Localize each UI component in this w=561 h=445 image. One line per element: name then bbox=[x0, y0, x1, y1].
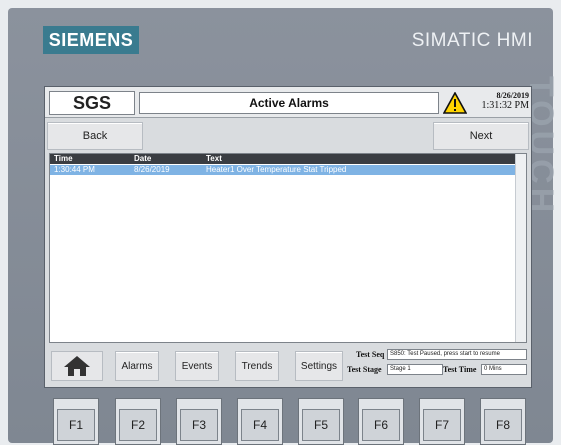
test-seq-label: Test Seq bbox=[356, 350, 385, 359]
title-bar: SGS Active Alarms 8/26/2019 1:31:32 PM bbox=[45, 87, 531, 118]
cell-time: 1:30:44 PM bbox=[54, 165, 95, 174]
f1-key[interactable]: F1 bbox=[53, 398, 99, 445]
table-scrollbar[interactable] bbox=[515, 154, 526, 342]
column-text[interactable]: Text bbox=[206, 154, 222, 164]
f8-key-cap: F8 bbox=[484, 409, 522, 441]
table-row[interactable]: 1:30:44 PM 8/26/2019 Heater1 Over Temper… bbox=[50, 165, 526, 175]
trends-button[interactable]: Trends bbox=[235, 351, 279, 381]
f4-key-cap: F4 bbox=[241, 409, 279, 441]
next-button[interactable]: Next bbox=[433, 122, 529, 150]
column-date[interactable]: Date bbox=[134, 154, 151, 164]
alarm-table[interactable]: Time Date Text 1:30:44 PM 8/26/2019 Heat… bbox=[49, 153, 527, 343]
date-text: 8/26/2019 bbox=[496, 91, 529, 100]
test-time-field[interactable]: 0 Mins bbox=[481, 364, 527, 375]
column-time[interactable]: Time bbox=[54, 154, 73, 164]
table-header: Time Date Text bbox=[50, 154, 526, 164]
f7-key-cap: F7 bbox=[423, 409, 461, 441]
test-stage-label: Test Stage bbox=[347, 365, 382, 374]
settings-button[interactable]: Settings bbox=[295, 351, 343, 381]
events-button[interactable]: Events bbox=[175, 351, 219, 381]
f4-key[interactable]: F4 bbox=[237, 398, 283, 445]
f3-key[interactable]: F3 bbox=[176, 398, 222, 445]
date-time-display: 8/26/2019 1:31:32 PM bbox=[469, 91, 529, 113]
simatic-hmi-label: SIMATIC HMI bbox=[411, 30, 533, 51]
f5-key-cap: F5 bbox=[302, 409, 340, 441]
warning-triangle-icon[interactable] bbox=[442, 91, 468, 114]
home-button[interactable] bbox=[51, 351, 103, 381]
test-time-label: Test Time bbox=[443, 365, 477, 374]
f5-key[interactable]: F5 bbox=[298, 398, 344, 445]
f6-key[interactable]: F6 bbox=[358, 398, 404, 445]
f3-key-cap: F3 bbox=[180, 409, 218, 441]
f1-key-cap: F1 bbox=[57, 409, 95, 441]
home-icon bbox=[64, 356, 90, 376]
f7-key[interactable]: F7 bbox=[419, 398, 465, 445]
siemens-logo: SIEMENS bbox=[43, 26, 139, 54]
time-text: 1:31:32 PM bbox=[481, 100, 529, 111]
sgs-logo: SGS bbox=[49, 91, 135, 115]
back-button[interactable]: Back bbox=[47, 122, 143, 150]
f2-key[interactable]: F2 bbox=[115, 398, 161, 445]
f6-key-cap: F6 bbox=[362, 409, 400, 441]
page-title: Active Alarms bbox=[139, 92, 439, 114]
bottom-bar: Alarms Events Trends Settings Test Seq S… bbox=[45, 345, 531, 387]
f8-key[interactable]: F8 bbox=[480, 398, 526, 445]
touch-watermark: TOUCH bbox=[522, 76, 560, 217]
alarms-button[interactable]: Alarms bbox=[115, 351, 159, 381]
test-seq-field[interactable]: S850: Test Paused, press start to resume bbox=[387, 349, 527, 360]
cell-date: 8/26/2019 bbox=[134, 165, 170, 174]
f2-key-cap: F2 bbox=[119, 409, 157, 441]
test-stage-field[interactable]: Stage 1 bbox=[387, 364, 443, 375]
cell-text: Heater1 Over Temperature Stat Tripped bbox=[206, 165, 347, 174]
hmi-screen: SGS Active Alarms 8/26/2019 1:31:32 PM B… bbox=[44, 86, 532, 388]
